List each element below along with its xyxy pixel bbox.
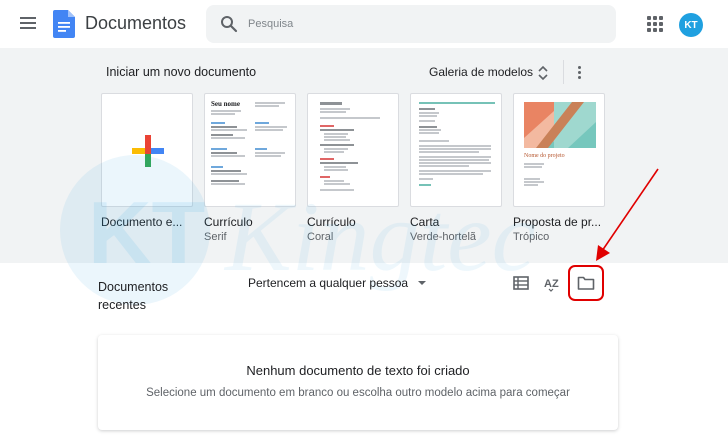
template-thumbnail[interactable]: [410, 93, 502, 207]
template-resume-coral[interactable]: Currículo Coral: [307, 93, 399, 243]
template-subtitle: Verde-hortelã: [410, 231, 477, 243]
template-thumbnail[interactable]: Seu nome: [204, 93, 296, 207]
template-gallery-button[interactable]: Galeria de modelos: [429, 65, 533, 79]
template-thumbnail[interactable]: Nome do projeto: [513, 93, 605, 207]
apps-grid-icon[interactable]: [647, 16, 663, 32]
template-resume-serif[interactable]: Seu nome Currículo Serif: [204, 93, 296, 243]
template-blank[interactable]: Documento e...: [101, 93, 193, 231]
app-title[interactable]: Documentos: [85, 13, 186, 34]
sort-label: AZ: [544, 278, 559, 290]
template-heading: Seu nome: [211, 100, 240, 108]
template-proposal-tropic[interactable]: Nome do projeto Proposta de pr... Trópic…: [513, 93, 605, 243]
template-name[interactable]: Currículo: [204, 215, 296, 229]
template-gallery: Iniciar um novo documento Galeria de mod…: [0, 48, 728, 263]
template-name[interactable]: Documento e...: [101, 215, 193, 229]
plus-icon: [132, 135, 164, 167]
recent-documents-title: Documentos recentes: [98, 280, 169, 312]
template-name[interactable]: Carta: [410, 215, 502, 229]
template-artwork: [524, 102, 596, 148]
template-heading: Nome do projeto: [524, 153, 565, 159]
template-name[interactable]: Currículo: [307, 215, 399, 229]
folder-icon: [577, 276, 595, 290]
open-file-picker-button[interactable]: [568, 265, 604, 301]
template-subtitle: Serif: [204, 231, 227, 243]
empty-state-card: Nenhum documento de texto foi criado Sel…: [98, 335, 618, 430]
search-bar[interactable]: [206, 5, 616, 43]
dropdown-arrow-icon: [418, 281, 427, 285]
template-subtitle: Coral: [307, 231, 334, 243]
template-name[interactable]: Proposta de pr...: [513, 215, 605, 229]
owner-filter-dropdown[interactable]: Pertencem a qualquer pessoa: [248, 276, 427, 290]
divider: [563, 60, 564, 84]
avatar[interactable]: KT: [679, 13, 703, 37]
main-menu-icon[interactable]: [18, 14, 38, 34]
more-options-icon[interactable]: [572, 63, 586, 81]
owner-filter-label: Pertencem a qualquer pessoa: [248, 276, 409, 290]
template-thumbnail[interactable]: [101, 93, 193, 207]
docs-logo-icon[interactable]: [53, 10, 75, 38]
top-bar: Documentos KT: [0, 0, 728, 48]
template-subtitle: Trópico: [513, 231, 550, 243]
search-icon[interactable]: [220, 15, 238, 33]
sort-az-icon[interactable]: AZ: [543, 273, 563, 293]
expand-collapse-icon[interactable]: [537, 65, 549, 81]
empty-state-subtitle: Selecione um documento em branco ou esco…: [146, 387, 570, 399]
list-view-icon[interactable]: [512, 275, 530, 291]
search-input[interactable]: [248, 15, 588, 33]
empty-state-title: Nenhum documento de texto foi criado: [246, 363, 470, 378]
template-letter-mint[interactable]: Carta Verde-hortelã: [410, 93, 502, 243]
gallery-heading: Iniciar um novo documento: [106, 65, 257, 79]
template-thumbnail[interactable]: [307, 93, 399, 207]
